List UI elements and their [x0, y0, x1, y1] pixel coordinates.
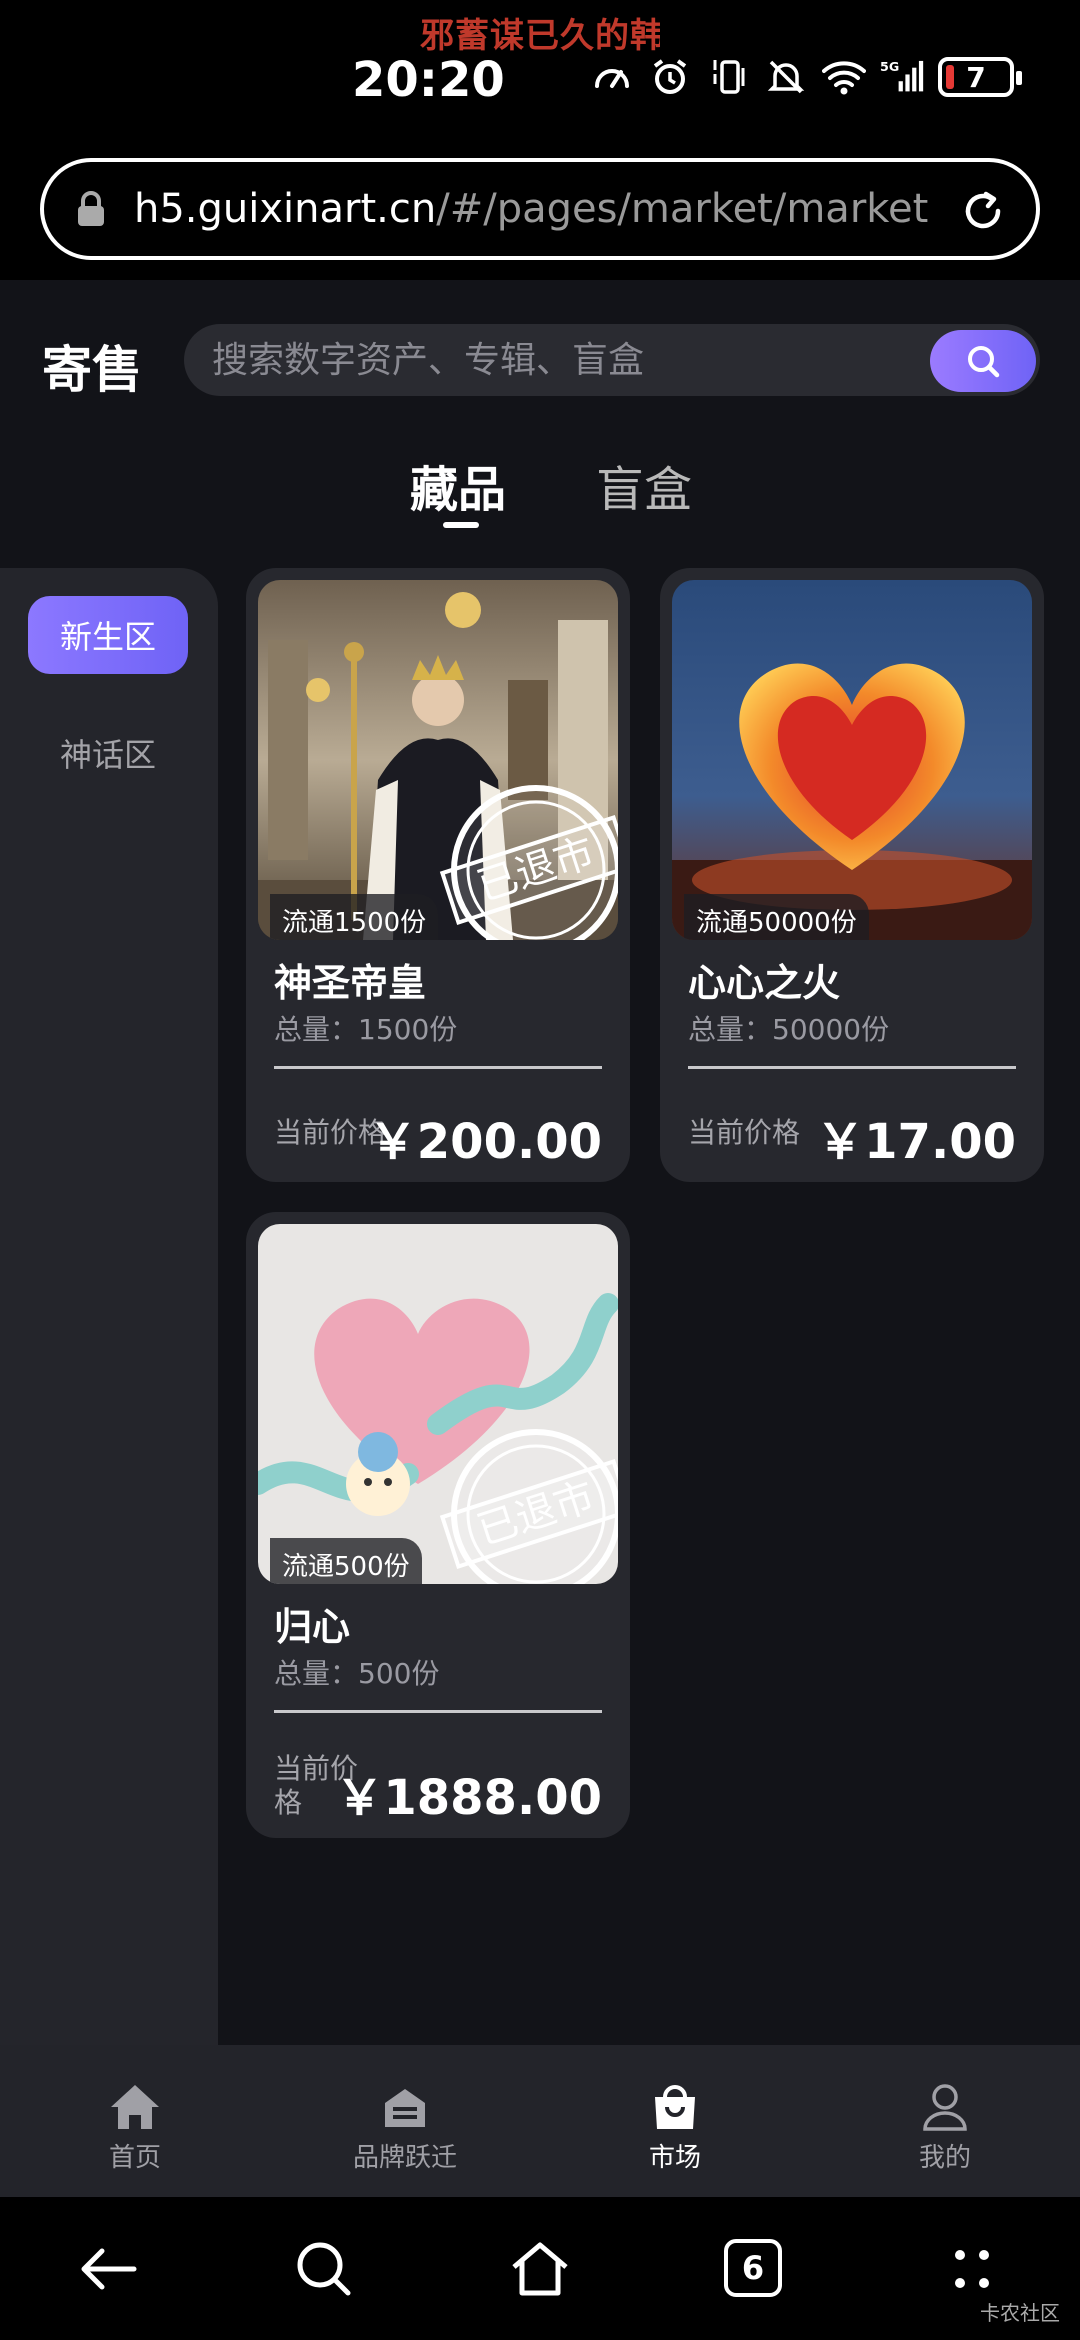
browser-toolbar: h5.guixinart.cn/#/pages/market/market	[0, 140, 1080, 280]
home-icon[interactable]	[508, 2237, 572, 2301]
price-label: 当前价格	[688, 1116, 801, 1149]
svg-text:5G: 5G	[880, 59, 899, 74]
nav-brand[interactable]: 品牌跃迁	[270, 2045, 540, 2197]
url-text: h5.guixinart.cn/#/pages/market/market	[134, 186, 929, 232]
tabs-button[interactable]: 6	[724, 2239, 782, 2297]
watermark: 卡农社区	[980, 2301, 1060, 2325]
vibrate-icon	[706, 55, 750, 99]
system-navigation: 6 卡农社区	[0, 2197, 1080, 2340]
bottom-nav: 首页 品牌跃迁 市场 我的	[0, 2045, 1080, 2197]
circulation-badge: 流通500份	[270, 1538, 422, 1584]
product-title: 归心	[274, 1605, 351, 1649]
search-input[interactable]	[212, 334, 872, 386]
tab-blind-box[interactable]: 盲盒	[596, 450, 692, 520]
active-tab-indicator	[443, 522, 479, 528]
search-icon	[968, 346, 1000, 378]
status-time: 20:20	[352, 52, 505, 108]
divider	[274, 1066, 602, 1069]
nav-market[interactable]: 市场	[540, 2045, 810, 2197]
battery-icon: 7	[938, 57, 1022, 97]
tab-collectibles[interactable]: 藏品	[410, 450, 506, 520]
status-bar: 邪蓄谋已久的韩 20:20 5G 7	[0, 0, 1080, 140]
delisted-stamp: 已退市	[439, 1429, 618, 1584]
product-card[interactable]: 流通50000份 心心之火 总量：50000份 当前价格 ￥17.00	[660, 568, 1044, 1182]
wifi-icon	[822, 55, 866, 99]
page-title: 寄售	[42, 341, 142, 399]
product-total: 总量：500份	[274, 1657, 440, 1690]
sidebar-item-new-zone[interactable]: 新生区	[28, 596, 188, 674]
back-icon[interactable]	[76, 2237, 140, 2301]
menu-icon[interactable]	[940, 2237, 1004, 2301]
status-icons: 5G 7	[590, 55, 1022, 99]
product-card[interactable]: 流通500份 已退市 归心 总量：500份 当前价格 ￥1888.00	[246, 1212, 630, 1838]
reload-icon[interactable]	[956, 184, 1010, 238]
zone-sidebar: 新生区 神话区	[0, 568, 218, 2045]
product-image-heart-fire: 流通50000份	[672, 580, 1032, 940]
product-image-emperor: 流通1500份 已退市	[258, 580, 618, 940]
product-title: 神圣帝皇	[274, 961, 427, 1005]
home-icon	[111, 2085, 159, 2129]
product-title: 心心之火	[688, 961, 841, 1005]
category-tabs: 藏品 盲盒	[0, 450, 1080, 530]
box-icon	[385, 2089, 425, 2127]
divider	[688, 1066, 1016, 1069]
speedometer-icon	[590, 55, 634, 99]
address-bar[interactable]: h5.guixinart.cn/#/pages/market/market	[40, 158, 1040, 260]
search-button[interactable]	[930, 330, 1036, 392]
circulation-badge: 流通50000份	[684, 894, 869, 940]
market-page: 寄售 藏品 盲盒 新生区 神话区	[0, 280, 1080, 2045]
product-price: ￥200.00	[368, 1114, 602, 1170]
product-total: 总量：50000份	[688, 1013, 890, 1046]
shopping-bag-icon	[655, 2085, 695, 2129]
search-bar	[184, 324, 1040, 396]
nav-profile[interactable]: 我的	[810, 2045, 1080, 2197]
product-price: ￥1888.00	[335, 1770, 602, 1826]
user-icon	[923, 2084, 967, 2131]
product-image-felt-heart: 流通500份 已退市	[258, 1224, 618, 1584]
nav-home[interactable]: 首页	[0, 2045, 270, 2197]
mute-bell-icon	[764, 55, 808, 99]
divider	[274, 1710, 602, 1713]
delisted-stamp: 已退市	[439, 785, 618, 940]
lock-icon	[74, 189, 108, 229]
product-card[interactable]: 流通1500份 已退市 神圣帝皇 总量：1500份 当前价格 ￥200.00	[246, 568, 630, 1182]
alarm-icon	[648, 55, 692, 99]
product-total: 总量：1500份	[274, 1013, 458, 1046]
signal-icon: 5G	[880, 55, 924, 99]
notification-ticker: 邪蓄谋已久的韩	[420, 16, 660, 56]
product-price: ￥17.00	[816, 1114, 1016, 1170]
sidebar-item-myth-zone[interactable]: 神话区	[28, 714, 188, 792]
circulation-badge: 流通1500份	[270, 894, 439, 940]
search-icon[interactable]	[292, 2237, 356, 2301]
